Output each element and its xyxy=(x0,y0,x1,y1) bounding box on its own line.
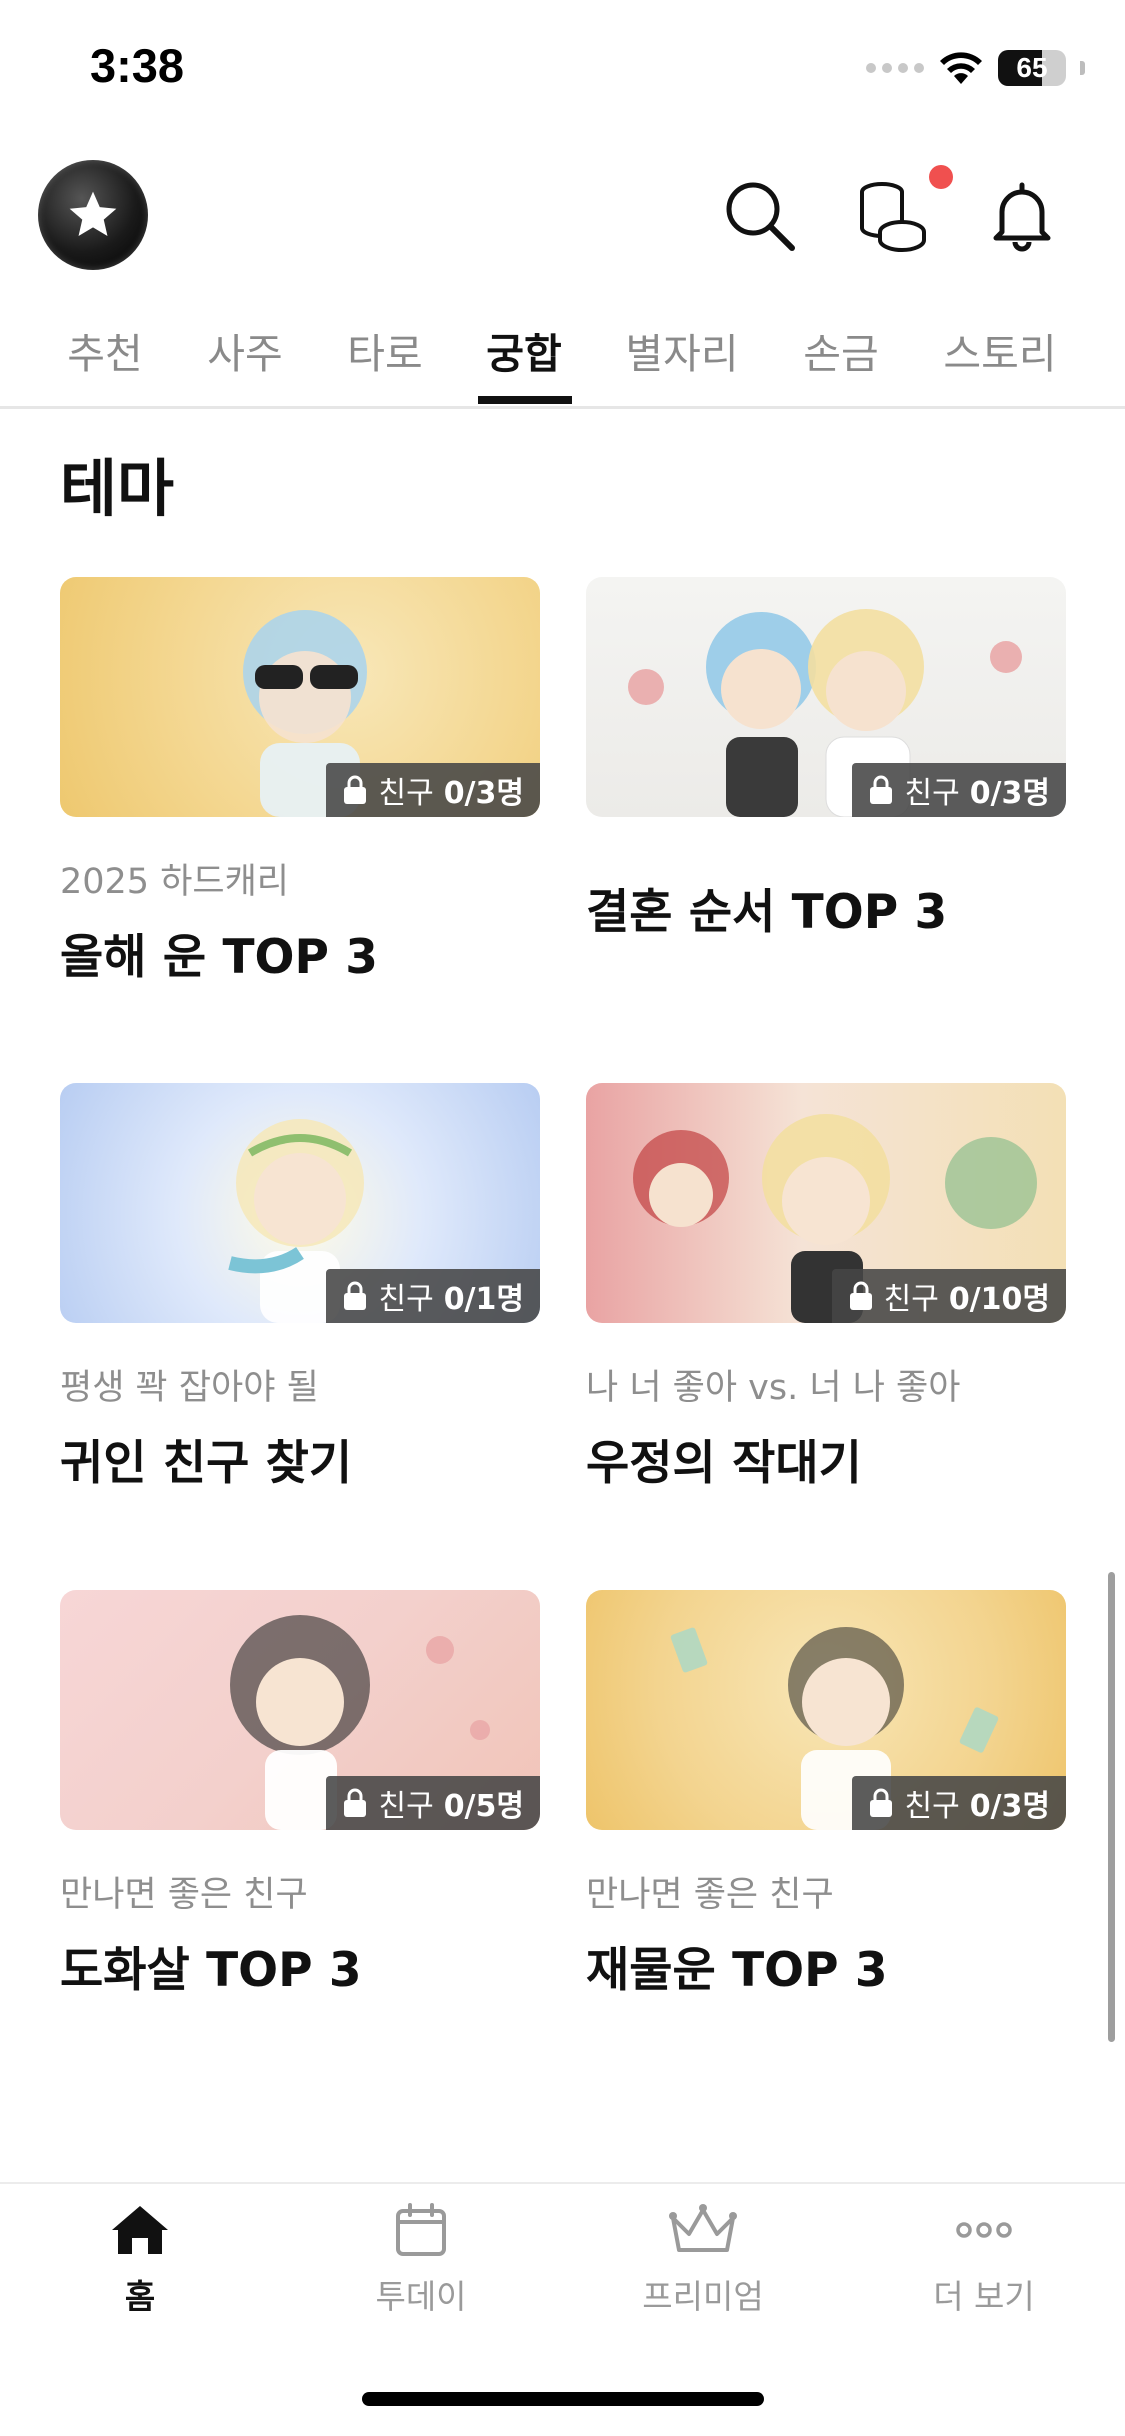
badge-prefix: 친구 xyxy=(378,776,434,811)
calendar-icon xyxy=(396,2203,446,2256)
tab-palmistry[interactable]: 손금 xyxy=(803,320,878,380)
nav-home[interactable]: 홈 xyxy=(40,2202,240,2318)
badge-count: 0/5명 xyxy=(443,1789,524,1824)
theme-card[interactable]: 친구 0/5명 만나면 좋은 친구 도화살 TOP 3 xyxy=(60,1590,540,2000)
card-subtitle: 만나면 좋은 친구 xyxy=(60,1875,308,1915)
lock-icon xyxy=(344,1788,367,1817)
card-title: 우정의 작대기 xyxy=(586,1436,862,1491)
coins-icon[interactable] xyxy=(852,176,932,256)
theme-card[interactable]: 친구 0/3명 만나면 좋은 친구 재물운 TOP 3 xyxy=(586,1590,1066,2000)
status-icons: 65 xyxy=(866,46,1085,90)
friend-lock-badge: 친구 0/3명 xyxy=(852,1776,1066,1830)
tab-recommend[interactable]: 추천 xyxy=(67,320,142,380)
theme-card[interactable]: 친구 0/1명 평생 꽉 잡아야 될 귀인 친구 찾기 xyxy=(60,1083,540,1493)
category-tabs: 추천 사주 타로 궁합 별자리 손금 스토리 xyxy=(0,306,1125,409)
badge-prefix: 친구 xyxy=(883,1282,939,1317)
notification-dot xyxy=(929,165,953,189)
status-time: 3:38 xyxy=(90,39,185,92)
active-tab-indicator xyxy=(478,396,572,404)
more-dots-icon xyxy=(956,2222,1012,2238)
lock-icon xyxy=(344,1281,367,1310)
tab-tarot[interactable]: 타로 xyxy=(347,320,422,380)
badge-count: 0/1명 xyxy=(443,1282,524,1317)
friend-lock-badge: 친구 0/5명 xyxy=(326,1776,540,1830)
bell-icon[interactable] xyxy=(982,176,1062,256)
card-subtitle: 만나면 좋은 친구 xyxy=(586,1875,834,1915)
battery-tip xyxy=(1080,61,1085,75)
card-title: 올해 운 TOP 3 xyxy=(60,930,378,985)
nav-label: 더 보기 xyxy=(933,2277,1035,2316)
crown-icon xyxy=(669,2204,737,2252)
home-icon xyxy=(112,2206,168,2254)
nav-label: 프리미엄 xyxy=(642,2277,764,2316)
card-thumbnail[interactable]: 친구 0/1명 xyxy=(60,1083,540,1323)
home-indicator xyxy=(362,2392,764,2406)
badge-prefix: 친구 xyxy=(378,1789,434,1824)
nav-today[interactable]: 투데이 xyxy=(321,2202,521,2318)
tab-story[interactable]: 스토리 xyxy=(943,320,1056,380)
theme-card[interactable]: 친구 0/3명 결혼 순서 TOP 3 xyxy=(586,577,1066,942)
section-title: 테마 xyxy=(60,452,175,525)
friend-lock-badge: 친구 0/1명 xyxy=(326,1269,540,1323)
card-thumbnail[interactable]: 친구 0/10명 xyxy=(586,1083,1066,1323)
lock-icon xyxy=(870,775,893,804)
signal-icon xyxy=(866,63,924,73)
badge-count: 0/10명 xyxy=(948,1282,1050,1317)
badge-prefix: 친구 xyxy=(904,776,960,811)
theme-card[interactable]: 친구 0/3명 2025 하드캐리 올해 운 TOP 3 xyxy=(60,577,540,987)
card-title: 재물운 TOP 3 xyxy=(586,1943,888,1998)
card-title: 도화살 TOP 3 xyxy=(60,1943,362,1998)
theme-card[interactable]: 친구 0/10명 나 너 좋아 vs. 너 나 좋아 우정의 작대기 xyxy=(586,1083,1066,1493)
card-thumbnail[interactable]: 친구 0/3명 xyxy=(586,577,1066,817)
tab-horoscope[interactable]: 별자리 xyxy=(625,320,738,380)
card-subtitle: 평생 꽉 잡아야 될 xyxy=(60,1368,319,1408)
card-subtitle: 2025 하드캐리 xyxy=(60,862,289,902)
lock-icon xyxy=(849,1281,872,1310)
card-title: 결혼 순서 TOP 3 xyxy=(586,885,948,940)
star-badge-icon[interactable] xyxy=(38,160,148,270)
badge-count: 0/3명 xyxy=(443,776,524,811)
card-thumbnail[interactable]: 친구 0/5명 xyxy=(60,1590,540,1830)
friend-lock-badge: 친구 0/3명 xyxy=(852,763,1066,817)
battery-level: 65 xyxy=(1016,52,1048,83)
card-subtitle: 나 너 좋아 vs. 너 나 좋아 xyxy=(586,1368,961,1408)
nav-label: 홈 xyxy=(124,2277,156,2316)
scrollbar[interactable] xyxy=(1108,1572,1115,2042)
card-title: 귀인 친구 찾기 xyxy=(60,1436,353,1491)
tab-saju[interactable]: 사주 xyxy=(207,320,282,380)
lock-icon xyxy=(870,1788,893,1817)
friend-lock-badge: 친구 0/3명 xyxy=(326,763,540,817)
battery-icon: 65 xyxy=(998,50,1066,86)
app-screen: 3:38 65 추천 사주 타로 궁합 별자리 손금 스토리 테마 친구 0/3… xyxy=(0,0,1125,2436)
nav-more[interactable]: 더 보기 xyxy=(884,2202,1084,2318)
badge-prefix: 친구 xyxy=(904,1789,960,1824)
nav-premium[interactable]: 프리미엄 xyxy=(603,2202,803,2318)
lock-icon xyxy=(344,775,367,804)
friend-lock-badge: 친구 0/10명 xyxy=(831,1269,1066,1323)
tab-compatibility[interactable]: 궁합 xyxy=(486,320,561,380)
nav-label: 투데이 xyxy=(375,2277,467,2316)
card-thumbnail[interactable]: 친구 0/3명 xyxy=(586,1590,1066,1830)
wifi-icon xyxy=(940,52,982,84)
badge-prefix: 친구 xyxy=(378,1282,434,1317)
card-thumbnail[interactable]: 친구 0/3명 xyxy=(60,577,540,817)
badge-count: 0/3명 xyxy=(969,1789,1050,1824)
badge-count: 0/3명 xyxy=(969,776,1050,811)
star-icon xyxy=(69,191,117,236)
search-icon[interactable] xyxy=(720,176,800,256)
